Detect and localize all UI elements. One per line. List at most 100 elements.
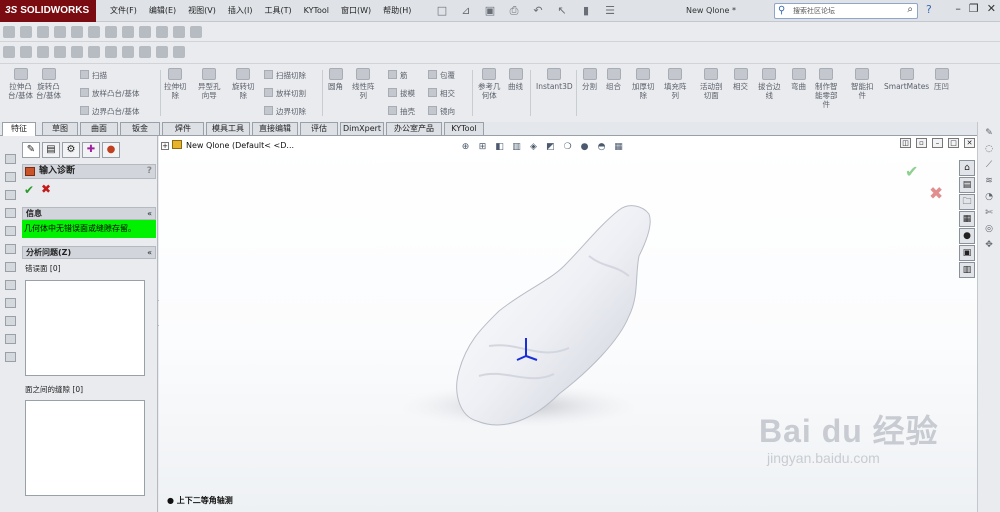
tab-features[interactable]: 特征 <box>2 122 36 136</box>
command-boundary-boss-button[interactable]: 边界凸台/基体 <box>80 106 140 117</box>
command-hole-wizard-button[interactable]: 异型孔 向导 <box>198 68 221 100</box>
display-manager-tab-icon[interactable]: ● <box>102 142 120 158</box>
toolbar-icon[interactable] <box>71 26 83 38</box>
undo-icon[interactable]: ↶ <box>528 3 548 19</box>
feature-tool-icon[interactable] <box>5 298 16 308</box>
command-indent-button[interactable]: 压凹 <box>934 68 949 91</box>
gaps-list[interactable] <box>25 400 145 496</box>
property-manager-tab-icon[interactable]: ▤ <box>42 142 60 158</box>
command-shell-button[interactable]: 抽壳 <box>388 106 415 117</box>
feature-tool-icon[interactable] <box>5 208 16 218</box>
cancel-button[interactable]: ✖ <box>41 182 51 196</box>
command-instant3d-button[interactable]: Instant3D <box>536 68 573 91</box>
feature-tool-icon[interactable] <box>5 316 16 326</box>
command-smart-component-button[interactable]: 制作智 能零部件 <box>815 68 838 109</box>
feature-tool-icon[interactable] <box>5 172 16 182</box>
command-revolve-cut-button[interactable]: 旋转切除 <box>232 68 255 100</box>
sketch-tool-icon[interactable]: ✥ <box>984 240 995 250</box>
feature-tool-icon[interactable] <box>5 352 16 362</box>
custom-properties-icon[interactable]: ▣ <box>959 245 975 261</box>
feature-tool-icon[interactable] <box>5 226 16 236</box>
toolbar-icon[interactable] <box>88 46 100 58</box>
command-rib-button[interactable]: 筋 <box>388 70 408 81</box>
command-smart-fasteners-button[interactable]: 智能扣件 <box>851 68 874 100</box>
info-section-header[interactable]: 信息 « <box>22 207 156 220</box>
command-extrude-boss-button[interactable]: 拉伸凸 台/基体 <box>8 68 33 100</box>
feature-manager-tab-icon[interactable]: ✎ <box>22 142 40 158</box>
tab-surfaces[interactable]: 曲面 <box>80 122 118 135</box>
dimxpert-manager-tab-icon[interactable]: ✚ <box>82 142 100 158</box>
feature-tool-icon[interactable] <box>5 244 16 254</box>
sketch-tool-icon[interactable]: ◔ <box>984 192 995 202</box>
help-icon[interactable]: ? <box>926 3 932 16</box>
tab-sketch[interactable]: 草图 <box>42 122 78 135</box>
command-intersect-button[interactable]: 相交 <box>733 68 748 91</box>
toolbar-icon[interactable] <box>122 26 134 38</box>
toolbar-icon[interactable] <box>139 46 151 58</box>
rebuild-icon[interactable]: ▮ <box>576 3 596 19</box>
command-loft-cut-button[interactable]: 放样切割 <box>264 88 306 99</box>
ok-button[interactable]: ✔ <box>24 183 34 197</box>
faulty-faces-list[interactable] <box>25 280 145 376</box>
toolbar-icon[interactable] <box>173 26 185 38</box>
command-live-section-button[interactable]: 活动剖 切面 <box>700 68 723 100</box>
menu-help[interactable]: 帮助(H) <box>377 0 417 22</box>
toolbar-icon[interactable] <box>37 46 49 58</box>
command-extrude-cut-button[interactable]: 拉伸切除 <box>164 68 187 100</box>
feature-tool-icon[interactable] <box>5 190 16 200</box>
solidworks-resources-icon[interactable]: ⌂ <box>959 160 975 176</box>
close-icon[interactable]: ✕ <box>987 2 996 15</box>
select-icon[interactable]: ↖ <box>552 3 572 19</box>
toolbar-icon[interactable] <box>54 46 66 58</box>
command-reference-geometry-button[interactable]: 参考几 何体 <box>478 68 501 100</box>
search-go-icon[interactable]: ⌕ <box>907 3 913 17</box>
toolbar-icon[interactable] <box>105 46 117 58</box>
command-swept-boss-button[interactable]: 扫描 <box>80 70 107 81</box>
menu-window[interactable]: 窗口(W) <box>335 0 377 22</box>
help-button[interactable]: ? <box>147 165 152 178</box>
feature-tool-icon[interactable] <box>5 154 16 164</box>
solidworks-logo[interactable]: 3S SOLIDWORKS <box>0 0 96 22</box>
print-icon[interactable]: ⎙ <box>504 3 524 19</box>
sketch-tool-icon[interactable]: ✄ <box>984 208 995 218</box>
command-mirror-button[interactable]: 镜向 <box>428 106 455 117</box>
toolbar-icon[interactable] <box>20 46 32 58</box>
feature-tool-icon[interactable] <box>5 280 16 290</box>
open-icon[interactable]: ⊿ <box>456 3 476 19</box>
file-explorer-icon[interactable]: 🗀 <box>959 194 975 210</box>
tab-dimxpert[interactable]: DimXpert <box>340 122 384 135</box>
toolbar-icon[interactable] <box>20 26 32 38</box>
command-revolve-boss-button[interactable]: 旋转凸 台/基体 <box>36 68 61 100</box>
menu-tools[interactable]: 工具(T) <box>258 0 297 22</box>
command-flex-button[interactable]: 弯曲 <box>791 68 806 91</box>
options-icon[interactable]: ☰ <box>600 3 620 19</box>
tab-direct-editing[interactable]: 直接编辑 <box>252 122 298 135</box>
sketch-tool-icon[interactable]: ≋ <box>984 176 995 186</box>
command-fillet-button[interactable]: 圆角 <box>328 68 343 91</box>
command-thicken-cut-button[interactable]: 加厚切除 <box>632 68 655 100</box>
toolbar-icon[interactable] <box>173 46 185 58</box>
tab-mold-tools[interactable]: 模具工具 <box>206 122 250 135</box>
command-swept-cut-button[interactable]: 扫描切除 <box>264 70 306 81</box>
view-palette-icon[interactable]: ▦ <box>959 211 975 227</box>
sketch-tool-icon[interactable]: ⟋ <box>984 160 995 170</box>
command-loft-boss-button[interactable]: 放样凸台/基体 <box>80 88 140 99</box>
command-curves-button[interactable]: 曲线 <box>508 68 523 91</box>
restore-icon[interactable]: ❐ <box>969 2 979 15</box>
menu-insert[interactable]: 插入(I) <box>222 0 259 22</box>
command-wrap-button[interactable]: 包覆 <box>428 70 455 81</box>
configuration-manager-tab-icon[interactable]: ⚙ <box>62 142 80 158</box>
command-fill-pattern-button[interactable]: 填充阵列 <box>664 68 687 100</box>
command-wrap-edge-button[interactable]: 拔合边线 <box>758 68 781 100</box>
search-input[interactable]: ⚲ 搜索社区论坛 ⌕ <box>774 3 918 19</box>
command-combine-button[interactable]: 组合 <box>606 68 621 91</box>
graphics-area[interactable]: + New Qlone (Default< <D... ⊕ ⊞ ◧ ▥ ◈ ◩ ❍… <box>159 136 977 512</box>
menu-kytool[interactable]: KYTool <box>298 0 335 22</box>
toolbar-icon[interactable] <box>71 46 83 58</box>
menu-view[interactable]: 视图(V) <box>182 0 222 22</box>
tab-weldments[interactable]: 焊件 <box>162 122 204 135</box>
command-draft-button[interactable]: 拔模 <box>388 88 415 99</box>
model-body[interactable] <box>456 205 651 426</box>
tab-kytool[interactable]: KYTool <box>444 122 484 135</box>
save-icon[interactable]: ▣ <box>480 3 500 19</box>
